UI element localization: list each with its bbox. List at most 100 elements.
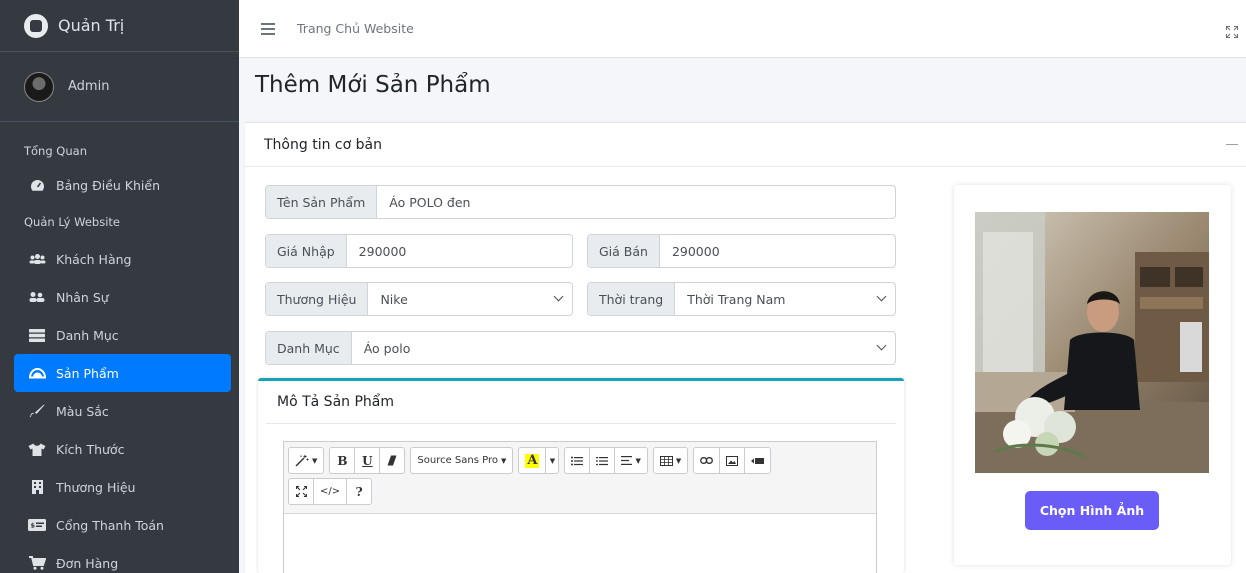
cart-icon	[28, 556, 46, 570]
sale-price-group: Giá Bán 290000	[587, 234, 896, 268]
brand-name: Quản Trị	[58, 16, 125, 35]
sidebar-item-brands[interactable]: Thương Hiệu	[14, 468, 231, 506]
rich-text-editor: ▼ B U Source Sans Pro ▼ A ▼ ▼ ▼ </> ?	[283, 441, 877, 573]
page-title: Thêm Mới Sản Phẩm	[255, 72, 491, 98]
sidebar-item-staff[interactable]: Nhân Sự	[14, 278, 231, 316]
sidebar-item-label: Cổng Thanh Toán	[56, 517, 164, 533]
list-icon	[28, 328, 46, 342]
image-icon[interactable]	[719, 447, 746, 474]
cost-price-group: Giá Nhập 290000	[265, 234, 573, 268]
fashion-select-group: Thời trang Thời Trang Nam	[587, 282, 896, 316]
product-name-input[interactable]: Áo POLO đen	[377, 186, 895, 218]
chevron-down-icon	[876, 340, 887, 351]
brand-select[interactable]: Nike	[368, 283, 572, 315]
fullscreen-icon[interactable]	[1226, 26, 1238, 42]
avatar	[24, 71, 54, 102]
align-icon[interactable]: ▼	[614, 447, 648, 474]
sidebar-item-categories[interactable]: Danh Mục	[14, 316, 231, 354]
sidebar-item-sizes[interactable]: Kích Thước	[14, 430, 231, 468]
sidebar-item-label: Kích Thước	[56, 441, 125, 457]
eraser-icon[interactable]	[379, 447, 406, 474]
highlight-color-button[interactable]: A	[518, 447, 547, 474]
sidebar-item-label: Sản Phẩm	[56, 365, 119, 381]
user-panel[interactable]: Admin	[0, 52, 239, 122]
brand-select-group: Thương Hiệu Nike	[265, 282, 573, 316]
sidebar-item-orders[interactable]: Đơn Hàng	[14, 544, 231, 573]
sidebar-item-label: Thương Hiệu	[56, 479, 136, 495]
payment-icon: $	[28, 518, 46, 532]
admin-app: Quản Trị Admin Tổng Quan Bảng Điều Khiển…	[0, 0, 1246, 573]
building-icon	[28, 480, 46, 494]
cost-price-label: Giá Nhập	[266, 235, 347, 267]
product-name-label: Tên Sản Phẩm	[266, 186, 378, 218]
product-image-card: Chọn Hình Ảnh	[954, 185, 1231, 565]
editor-toolbar: ▼ B U Source Sans Pro ▼ A ▼ ▼ ▼ </> ?	[284, 442, 876, 514]
description-card: Mô Tả Sản Phẩm ▼ B U Source Sans Pro ▼ A…	[258, 378, 904, 573]
font-family-value: Source Sans Pro	[417, 455, 498, 466]
svg-text:$: $	[31, 522, 36, 530]
magic-style-button[interactable]: ▼	[288, 447, 325, 474]
highlight-letter: A	[525, 452, 540, 468]
magic-wand-icon	[295, 454, 309, 467]
cloud-icon	[28, 366, 46, 380]
bold-button[interactable]: B	[329, 447, 356, 474]
fashion-select[interactable]: Thời Trang Nam	[675, 283, 895, 315]
chevron-down-icon	[553, 291, 564, 302]
font-family-select[interactable]: Source Sans Pro ▼	[410, 447, 514, 474]
fullscreen-editor-icon[interactable]	[288, 478, 314, 505]
category-select-value: Áo polo	[363, 340, 411, 356]
sidebar-item-label: Nhân Sự	[56, 289, 109, 305]
link-icon[interactable]	[693, 447, 721, 474]
highlight-color-dropdown[interactable]: ▼	[545, 447, 560, 474]
home-link[interactable]: Trang Chủ Website	[297, 21, 414, 36]
nav-header-overview: Tổng Quan	[24, 144, 87, 158]
cost-price-input[interactable]: 290000	[347, 235, 572, 267]
menu-toggle-icon[interactable]	[261, 22, 275, 35]
sidebar-item-label: Bảng Điều Khiển	[56, 177, 161, 193]
nav-header-website: Quản Lý Website	[24, 215, 120, 229]
staff-icon	[28, 290, 46, 304]
brand-select-label: Thương Hiệu	[266, 283, 369, 315]
sale-price-label: Giá Bán	[588, 235, 660, 267]
underline-button[interactable]: U	[354, 447, 381, 474]
brand-select-value: Nike	[380, 291, 408, 307]
description-title: Mô Tả Sản Phẩm	[266, 381, 896, 424]
sidebar-item-label: Khách Hàng	[56, 251, 132, 267]
product-name-group: Tên Sản Phẩm Áo POLO đen	[265, 185, 896, 219]
sidebar-item-label: Danh Mục	[56, 327, 119, 343]
sale-price-input[interactable]: 290000	[660, 235, 895, 267]
tshirt-icon	[28, 442, 46, 456]
sidebar: Quản Trị Admin Tổng Quan Bảng Điều Khiển…	[0, 0, 239, 573]
card-title: Thông tin cơ bản	[245, 123, 1246, 167]
code-view-icon[interactable]: </>	[313, 478, 348, 505]
fashion-select-label: Thời trang	[588, 283, 676, 315]
category-select-group: Danh Mục Áo polo	[265, 331, 896, 365]
help-button[interactable]: ?	[346, 478, 373, 505]
sidebar-item-products[interactable]: Sản Phẩm	[14, 354, 231, 392]
brush-icon	[28, 404, 46, 418]
ordered-list-icon[interactable]	[589, 447, 616, 474]
users-icon	[28, 252, 46, 266]
sidebar-item-label: Đơn Hàng	[56, 555, 119, 571]
brand-logo-icon	[24, 13, 48, 38]
top-navbar: Trang Chủ Website	[239, 0, 1246, 58]
collapse-icon[interactable]	[1226, 144, 1238, 145]
table-icon[interactable]: ▼	[652, 447, 689, 474]
sidebar-item-customers[interactable]: Khách Hàng	[14, 240, 231, 278]
user-name: Admin	[68, 79, 110, 94]
choose-image-button[interactable]: Chọn Hình Ảnh	[1025, 491, 1159, 530]
category-select-label: Danh Mục	[266, 332, 352, 364]
sidebar-item-dashboard[interactable]: Bảng Điều Khiển	[14, 166, 231, 204]
product-photo	[975, 212, 1209, 473]
dashboard-icon	[28, 178, 46, 192]
sidebar-item-colors[interactable]: Màu Sắc	[14, 392, 231, 430]
chevron-down-icon	[876, 291, 887, 302]
bullet-list-icon[interactable]	[564, 447, 591, 474]
brand-link[interactable]: Quản Trị	[0, 0, 239, 52]
video-icon[interactable]	[744, 447, 772, 474]
fashion-select-value: Thời Trang Nam	[687, 291, 786, 307]
sidebar-item-label: Màu Sắc	[56, 403, 109, 419]
help-label: ?	[355, 484, 363, 499]
sidebar-item-payment[interactable]: $ Cổng Thanh Toán	[14, 506, 231, 544]
category-select[interactable]: Áo polo	[352, 332, 895, 364]
